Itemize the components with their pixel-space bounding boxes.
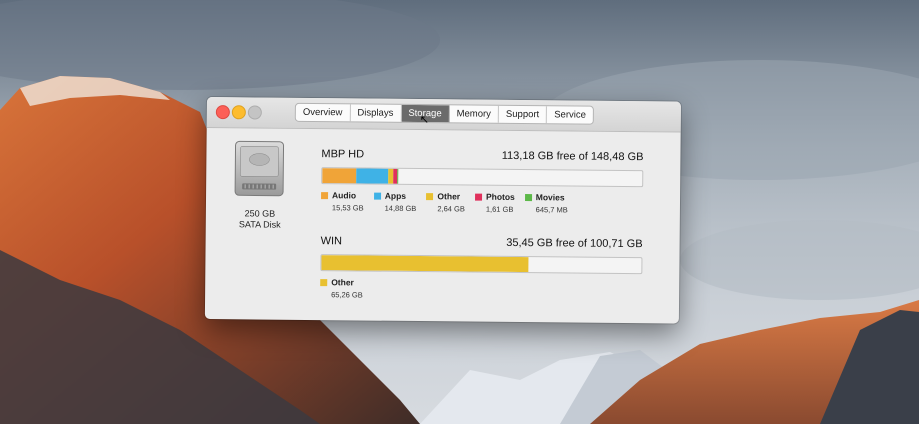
legend-label: Photos	[485, 191, 515, 202]
tab-memory[interactable]: Memory	[449, 105, 500, 123]
mouse-pointer-icon: ↖	[419, 114, 430, 127]
disk-caption: 250 GB SATA Disk	[221, 208, 299, 231]
storage-bar	[321, 167, 644, 188]
storage-legend: Other 65,26 GB	[320, 277, 373, 300]
volume-name: MBP HD	[321, 148, 365, 161]
legend-size: 15,53 GB	[331, 203, 364, 213]
minimize-button[interactable]	[231, 105, 246, 120]
legend-size: 65,26 GB	[331, 290, 363, 300]
legend-size: 14,88 GB	[384, 203, 417, 214]
about-this-mac-window: Overview Displays Storage Memory Support…	[204, 97, 681, 324]
zoom-button[interactable]	[247, 105, 262, 120]
legend-swatch	[426, 192, 434, 200]
legend-item-other: Other 2,64 GB	[426, 191, 465, 213]
storage-bar	[320, 254, 643, 275]
storage-segment-movies	[397, 168, 399, 184]
legend-item-audio: Audio 15,53 GB	[321, 190, 364, 213]
storage-segment-audio	[322, 168, 356, 184]
legend-item-movies: Movies 645,7 MB	[524, 192, 568, 215]
storage-segment-other	[321, 255, 529, 273]
legend-size: 2,64 GB	[437, 204, 465, 214]
volume-free-space: 35,45 GB free of 100,71 GB	[506, 236, 643, 251]
legend-label: Audio	[332, 190, 357, 201]
tab-displays[interactable]: Displays	[350, 104, 402, 122]
volume-free-space: 113,18 GB free of 148,48 GB	[501, 149, 644, 164]
legend-swatch	[373, 192, 381, 200]
tab-bar: Overview Displays Storage Memory Support…	[294, 102, 594, 125]
title-bar: Overview Displays Storage Memory Support…	[206, 97, 681, 133]
volume-win: WIN 35,45 GB free of 100,71 GB Other 65,…	[320, 235, 643, 308]
volume-mbp-hd: MBP HD 113,18 GB free of 148,48 GB Audio…	[321, 148, 644, 221]
disk-type: SATA Disk	[238, 219, 281, 230]
tab-overview[interactable]: Overview	[295, 103, 351, 122]
legend-swatch	[321, 191, 329, 199]
legend-label: Other	[331, 277, 354, 288]
storage-legend: Audio 15,53 GB Apps 14,88 GB Other 2,64 …	[321, 190, 578, 214]
storage-segment-apps	[355, 168, 388, 184]
hard-drive-icon	[234, 140, 285, 197]
tab-support[interactable]: Support	[498, 105, 548, 124]
close-button[interactable]	[215, 105, 230, 120]
tab-service[interactable]: Service	[547, 106, 593, 123]
legend-size: 645,7 MB	[535, 205, 568, 215]
legend-swatch	[320, 278, 328, 286]
legend-item-other: Other 65,26 GB	[320, 277, 363, 300]
legend-label: Movies	[535, 192, 565, 203]
legend-swatch	[474, 193, 483, 201]
disk-capacity: 250 GB	[244, 208, 276, 219]
legend-item-apps: Apps 14,88 GB	[373, 190, 417, 214]
volume-name: WIN	[320, 235, 343, 248]
legend-size: 1,61 GB	[485, 204, 514, 214]
legend-label: Apps	[384, 190, 407, 201]
legend-swatch	[524, 193, 532, 201]
legend-label: Other	[437, 191, 461, 202]
legend-item-photos: Photos 1,61 GB	[474, 191, 515, 214]
